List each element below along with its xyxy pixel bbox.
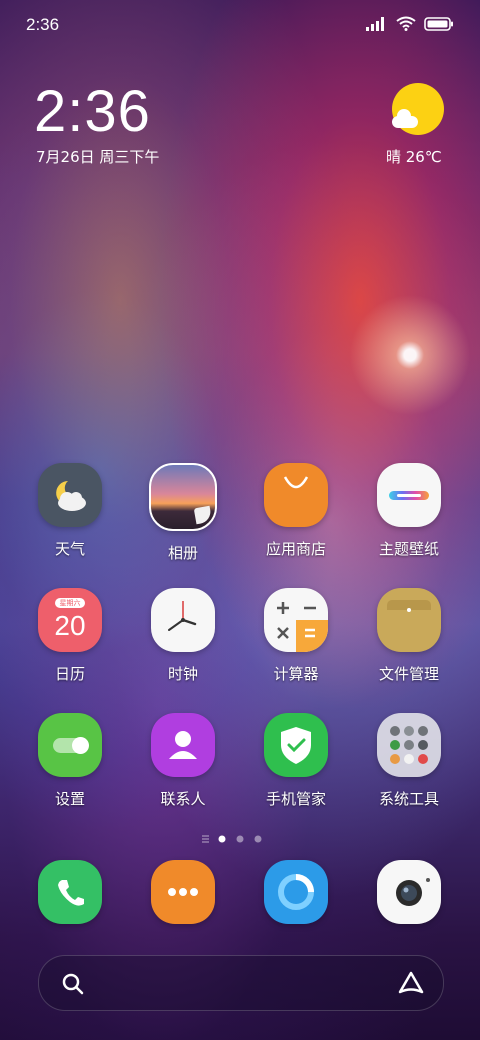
- browser-icon[interactable]: [264, 860, 328, 924]
- gallery-app-icon: [149, 463, 217, 531]
- app-label: 手机管家: [265, 790, 326, 808]
- app-label: 日历: [54, 665, 85, 683]
- app-contacts[interactable]: 联系人: [133, 713, 233, 809]
- app-label: 文件管理: [378, 665, 439, 683]
- calendar-day: 20: [54, 610, 86, 641]
- status-bar: 2:36: [0, 0, 480, 50]
- contacts-app-icon: [151, 713, 215, 777]
- app-label: 相册: [167, 544, 198, 562]
- app-label: 时钟: [167, 665, 198, 683]
- app-label: 计算器: [273, 665, 319, 683]
- camera-icon[interactable]: [377, 860, 441, 924]
- wifi-icon: [396, 16, 416, 31]
- signal-icon: [366, 16, 384, 31]
- phone-icon[interactable]: [38, 860, 102, 924]
- app-label: 天气: [54, 540, 85, 558]
- calendar-weekday: 星期六: [55, 598, 85, 608]
- battery-icon: [424, 16, 453, 31]
- page-indicator[interactable]: [200, 830, 280, 843]
- app-label: 应用商店: [265, 540, 326, 558]
- shield-app-icon: [264, 713, 328, 777]
- calculator-app-icon: [264, 588, 328, 652]
- app-calendar[interactable]: 星期六 20 日历: [20, 588, 120, 684]
- folder-app-icon: [377, 588, 441, 652]
- app-themes[interactable]: 主题壁纸: [359, 463, 459, 559]
- weather-text: 晴 26℃: [386, 148, 442, 166]
- weather-app-icon: [38, 463, 102, 527]
- search-icon: [62, 973, 84, 995]
- app-label: 联系人: [160, 790, 206, 808]
- themes-app-icon: [377, 463, 441, 527]
- app-clock[interactable]: 时钟: [133, 588, 233, 684]
- app-label: 设置: [54, 790, 85, 808]
- app-store[interactable]: 应用商店: [246, 463, 346, 559]
- status-time: 2:36: [26, 15, 60, 34]
- assistant-icon[interactable]: [397, 970, 425, 996]
- messages-icon[interactable]: [151, 860, 215, 924]
- app-gallery[interactable]: 相册: [133, 463, 233, 563]
- clock-widget-date: 7月26日 周三下午: [36, 148, 160, 166]
- app-label: 主题壁纸: [378, 540, 439, 558]
- search-bar[interactable]: [38, 955, 444, 1011]
- calendar-app-icon: 星期六 20: [38, 588, 102, 652]
- clock-widget-time[interactable]: 2:36: [34, 78, 151, 145]
- app-weather[interactable]: 天气: [20, 463, 120, 559]
- clock-app-icon: [151, 588, 215, 652]
- app-system-tools[interactable]: 系统工具: [359, 713, 459, 809]
- app-settings[interactable]: 设置: [20, 713, 120, 809]
- app-phone-manager[interactable]: 手机管家: [246, 713, 346, 809]
- status-icons: [366, 16, 454, 31]
- settings-app-icon: [38, 713, 102, 777]
- store-app-icon: [264, 463, 328, 527]
- app-files[interactable]: 文件管理: [359, 588, 459, 684]
- app-label: 系统工具: [378, 790, 439, 808]
- tools-folder-icon: [377, 713, 441, 777]
- cloud-icon: [392, 109, 418, 128]
- app-calculator[interactable]: 计算器: [246, 588, 346, 684]
